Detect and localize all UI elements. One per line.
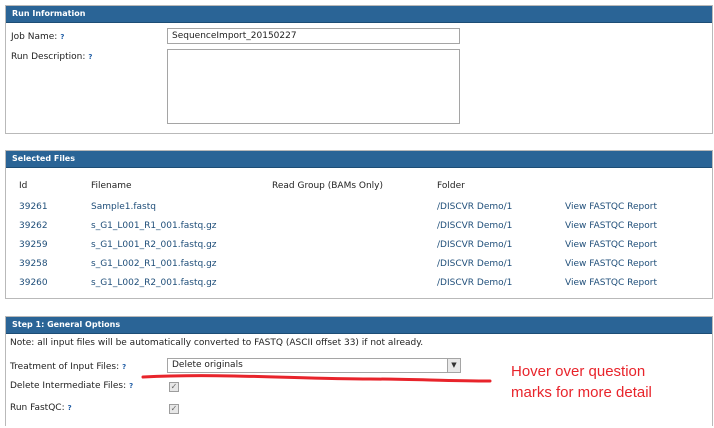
chevron-down-icon[interactable]: ▼ <box>447 359 460 372</box>
job-name-label: Job Name:? <box>11 32 65 42</box>
file-folder[interactable]: /DISCVR Demo/1 <box>437 259 512 269</box>
file-folder[interactable]: /DISCVR Demo/1 <box>437 240 512 250</box>
column-header-folder: Folder <box>437 181 465 191</box>
run-information-header: Run Information <box>6 6 712 23</box>
selected-files-header: Selected Files <box>6 151 712 168</box>
conversion-note: Note: all input files will be automatica… <box>10 338 424 348</box>
treatment-help-icon[interactable]: ? <box>122 363 126 371</box>
column-header-filename: Filename <box>91 181 132 191</box>
treatment-select-value: Delete originals <box>172 360 243 370</box>
column-header-id: Id <box>19 181 28 191</box>
file-id[interactable]: 39261 <box>19 202 48 212</box>
job-name-help-icon[interactable]: ? <box>60 33 64 41</box>
job-name-input[interactable] <box>167 28 460 44</box>
treatment-select[interactable]: Delete originals ▼ <box>167 358 461 373</box>
selected-files-panel: Selected Files Id Filename Read Group (B… <box>5 150 713 299</box>
run-information-panel: Run Information Job Name:? Run Descripti… <box>5 5 713 134</box>
run-fastqc-checkbox[interactable]: ✓ <box>169 404 179 414</box>
file-folder[interactable]: /DISCVR Demo/1 <box>437 221 512 231</box>
run-description-label: Run Description:? <box>11 52 93 62</box>
delete-intermediate-label: Delete Intermediate Files:? <box>10 381 134 391</box>
run-fastqc-help-icon[interactable]: ? <box>68 404 72 412</box>
file-name[interactable]: s_G1_L002_R2_001.fastq.gz <box>91 278 217 288</box>
fastqc-report-link[interactable]: View FASTQC Report <box>565 221 657 231</box>
fastqc-report-link[interactable]: View FASTQC Report <box>565 278 657 288</box>
annotation-line-1: Hover over question <box>511 363 646 380</box>
file-folder[interactable]: /DISCVR Demo/1 <box>437 278 512 288</box>
fastqc-report-link[interactable]: View FASTQC Report <box>565 240 657 250</box>
annotation-text: Hover over question marks for more detai… <box>511 361 652 403</box>
file-id[interactable]: 39260 <box>19 278 48 288</box>
file-name[interactable]: Sample1.fastq <box>91 202 156 212</box>
delete-intermediate-checkbox[interactable]: ✓ <box>169 382 179 392</box>
run-description-help-icon[interactable]: ? <box>88 53 92 61</box>
column-header-read-group: Read Group (BAMs Only) <box>272 181 384 191</box>
file-name[interactable]: s_G1_L001_R1_001.fastq.gz <box>91 221 217 231</box>
annotation-line-2: marks for more detail <box>511 384 652 401</box>
treatment-label: Treatment of Input Files:? <box>10 362 127 372</box>
file-id[interactable]: 39259 <box>19 240 48 250</box>
file-name[interactable]: s_G1_L002_R1_001.fastq.gz <box>91 259 217 269</box>
fastqc-report-link[interactable]: View FASTQC Report <box>565 202 657 212</box>
file-id[interactable]: 39262 <box>19 221 48 231</box>
delete-intermediate-help-icon[interactable]: ? <box>129 382 133 390</box>
general-options-header: Step 1: General Options <box>6 317 712 334</box>
fastqc-report-link[interactable]: View FASTQC Report <box>565 259 657 269</box>
file-name[interactable]: s_G1_L001_R2_001.fastq.gz <box>91 240 217 250</box>
run-description-textarea[interactable] <box>167 49 460 124</box>
file-id[interactable]: 39258 <box>19 259 48 269</box>
file-folder[interactable]: /DISCVR Demo/1 <box>437 202 512 212</box>
run-fastqc-label: Run FastQC:? <box>10 403 72 413</box>
